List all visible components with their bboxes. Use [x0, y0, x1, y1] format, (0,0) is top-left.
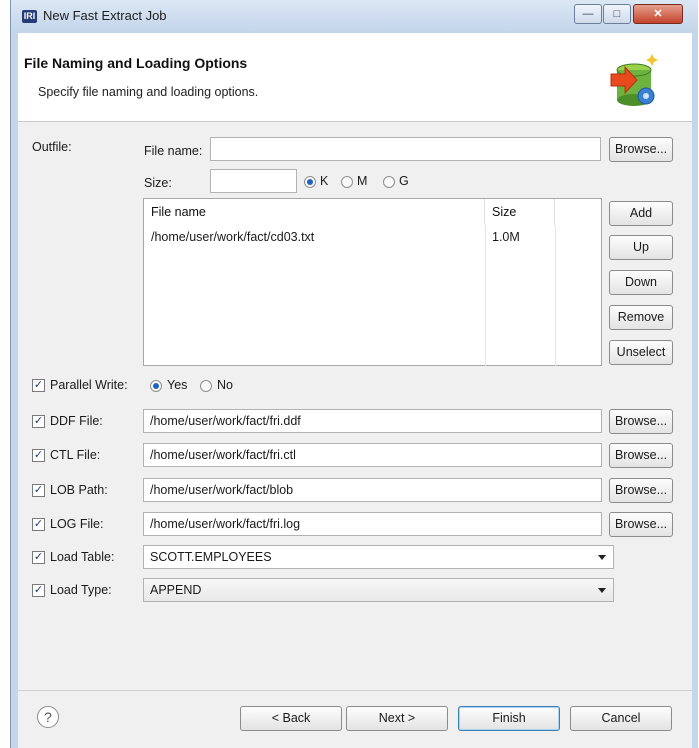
wizard-header	[18, 33, 692, 122]
output-files-table[interactable]: File name Size /home/user/work/fact/cd03…	[143, 198, 602, 366]
up-button[interactable]: Up	[609, 235, 673, 260]
parallel-yes-label: Yes	[167, 378, 188, 392]
ddf-label: DDF File:	[50, 414, 103, 428]
ctl-browse-button[interactable]: Browse...	[609, 443, 673, 468]
finish-button[interactable]: Finish	[458, 706, 560, 731]
unit-g-radio[interactable]	[383, 176, 395, 188]
lob-browse-button[interactable]: Browse...	[609, 478, 673, 503]
ctl-checkbox[interactable]: ✓	[32, 449, 45, 462]
column-header-file-name[interactable]: File name	[144, 199, 485, 225]
add-button[interactable]: Add	[609, 201, 673, 226]
lob-checkbox[interactable]: ✓	[32, 484, 45, 497]
parallel-no-label: No	[217, 378, 233, 392]
ctl-label: CTL File:	[50, 448, 101, 462]
back-button[interactable]: < Back	[240, 706, 342, 731]
outfile-label: Outfile:	[32, 140, 72, 154]
unit-k-radio[interactable]	[304, 176, 316, 188]
ctl-file-input[interactable]: /home/user/work/fact/fri.ctl	[143, 443, 602, 467]
row-size: 1.0M	[492, 230, 520, 244]
log-browse-button[interactable]: Browse...	[609, 512, 673, 537]
outfile-browse-button[interactable]: Browse...	[609, 137, 673, 162]
load-type-label: Load Type:	[50, 583, 112, 597]
log-label: LOG File:	[50, 517, 104, 531]
page-subtitle: Specify file naming and loading options.	[38, 85, 259, 99]
next-button[interactable]: Next >	[346, 706, 448, 731]
app-logo-icon: IRI	[22, 10, 37, 23]
minimize-button[interactable]: —	[574, 4, 602, 24]
row-file-name: /home/user/work/fact/cd03.txt	[151, 230, 315, 244]
cancel-button[interactable]: Cancel	[570, 706, 672, 731]
maximize-button[interactable]: □	[603, 4, 631, 24]
chevron-down-icon	[598, 588, 606, 593]
load-type-value: APPEND	[150, 583, 202, 597]
footer-separator	[18, 690, 692, 691]
parallel-yes-radio[interactable]	[150, 380, 162, 392]
unit-g-label: G	[399, 174, 409, 188]
unit-m-radio[interactable]	[341, 176, 353, 188]
ddf-file-input[interactable]: /home/user/work/fact/fri.ddf	[143, 409, 602, 433]
down-button[interactable]: Down	[609, 270, 673, 295]
ddf-browse-button[interactable]: Browse...	[609, 409, 673, 434]
load-table-combo[interactable]: SCOTT.EMPLOYEES	[143, 545, 614, 569]
file-name-input[interactable]	[210, 137, 601, 161]
close-icon: ✕	[653, 8, 663, 20]
page-title: File Naming and Loading Options	[24, 55, 248, 71]
size-input[interactable]	[210, 169, 297, 193]
lob-path-input[interactable]: /home/user/work/fact/blob	[143, 478, 602, 502]
remove-button[interactable]: Remove	[609, 305, 673, 330]
load-table-value: SCOTT.EMPLOYEES	[150, 550, 272, 564]
size-label: Size:	[144, 176, 172, 190]
database-extract-icon	[610, 54, 658, 106]
log-checkbox[interactable]: ✓	[32, 518, 45, 531]
lob-label: LOB Path:	[50, 483, 108, 497]
load-type-select[interactable]: APPEND	[143, 578, 614, 602]
help-icon[interactable]: ?	[37, 706, 59, 728]
chevron-down-icon	[598, 555, 606, 560]
file-name-label: File name:	[144, 144, 203, 158]
parallel-no-radio[interactable]	[200, 380, 212, 392]
maximize-icon: □	[613, 8, 621, 20]
unit-m-label: M	[357, 174, 368, 188]
parallel-write-checkbox[interactable]: ✓	[32, 379, 45, 392]
unit-k-label: K	[320, 174, 329, 188]
close-button[interactable]: ✕	[633, 4, 683, 24]
unselect-button[interactable]: Unselect	[609, 340, 673, 365]
column-header-extra[interactable]	[555, 199, 601, 225]
parallel-write-label: Parallel Write:	[50, 378, 128, 392]
log-file-input[interactable]: /home/user/work/fact/fri.log	[143, 512, 602, 536]
load-table-checkbox[interactable]: ✓	[32, 551, 45, 564]
minimize-icon: —	[582, 8, 594, 20]
column-header-size[interactable]: Size	[485, 199, 555, 225]
load-table-label: Load Table:	[50, 550, 115, 564]
ddf-checkbox[interactable]: ✓	[32, 415, 45, 428]
window-title: New Fast Extract Job	[43, 8, 167, 23]
load-type-checkbox[interactable]: ✓	[32, 584, 45, 597]
table-row[interactable]: /home/user/work/fact/cd03.txt 1.0M	[144, 227, 601, 249]
